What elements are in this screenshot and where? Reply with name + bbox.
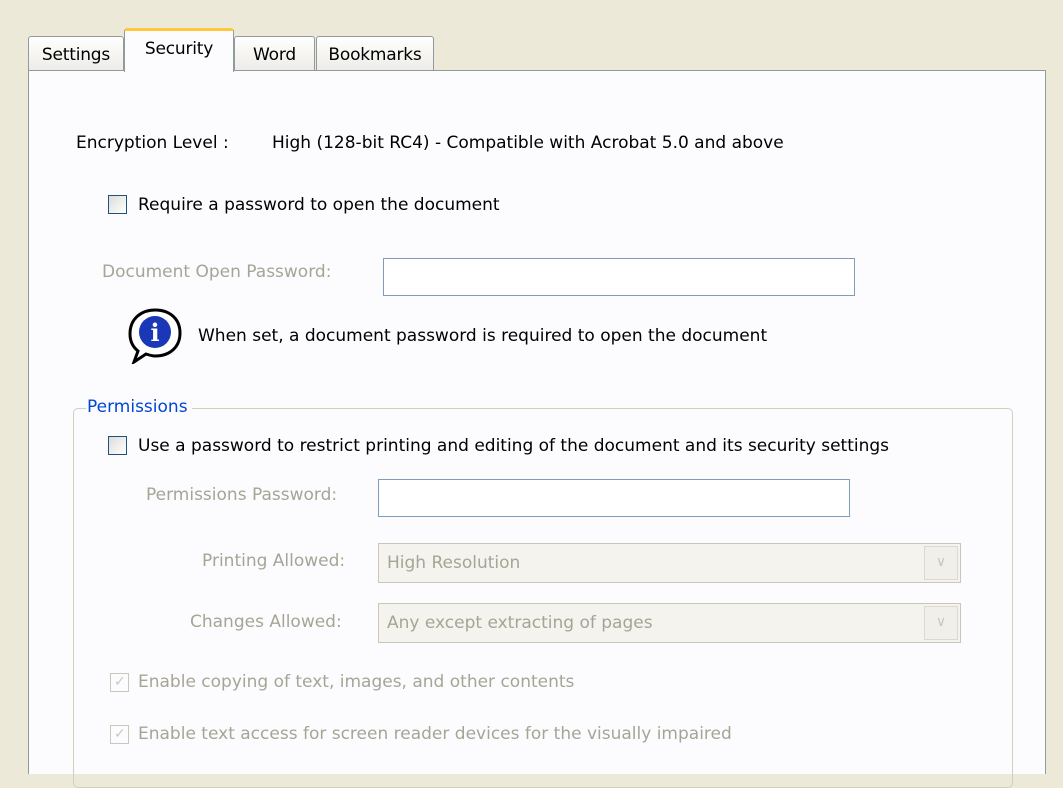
- enable-copying-label[interactable]: Enable copying of text, images, and othe…: [138, 672, 574, 692]
- enable-screen-reader-label[interactable]: Enable text access for screen reader dev…: [138, 724, 732, 744]
- tab-security-label: Security: [144, 39, 214, 59]
- document-open-password-label: Document Open Password:: [102, 262, 332, 282]
- tab-settings-label: Settings: [41, 45, 111, 65]
- tab-bookmarks-label: Bookmarks: [328, 45, 422, 65]
- chevron-down-icon[interactable]: ∨: [924, 606, 958, 640]
- tab-word[interactable]: Word: [234, 36, 315, 72]
- document-open-password-field[interactable]: [383, 258, 855, 296]
- printing-allowed-select[interactable]: High Resolution ∨: [378, 543, 961, 583]
- permissions-password-field[interactable]: [378, 479, 850, 517]
- encryption-level-label: Encryption Level :: [76, 133, 229, 153]
- printing-allowed-label: Printing Allowed:: [202, 551, 346, 571]
- changes-allowed-select[interactable]: Any except extracting of pages ∨: [378, 603, 961, 643]
- printing-allowed-value: High Resolution: [387, 553, 521, 573]
- checkmark-icon: ✓: [114, 726, 126, 742]
- tab-word-label: Word: [253, 45, 296, 65]
- tab-security[interactable]: Security: [124, 28, 234, 72]
- changes-allowed-label: Changes Allowed:: [190, 612, 342, 632]
- info-icon: i: [128, 308, 182, 364]
- enable-copying-checkbox[interactable]: ✓: [110, 673, 129, 692]
- changes-allowed-value: Any except extracting of pages: [387, 613, 653, 633]
- checkmark-icon: ✓: [114, 674, 126, 690]
- tab-settings[interactable]: Settings: [28, 36, 124, 72]
- svg-text:i: i: [150, 318, 159, 347]
- tab-bookmarks[interactable]: Bookmarks: [316, 36, 434, 72]
- enable-screen-reader-checkbox[interactable]: ✓: [110, 725, 129, 744]
- encryption-level-value: High (128-bit RC4) - Compatible with Acr…: [272, 133, 784, 153]
- permissions-password-label: Permissions Password:: [146, 485, 338, 505]
- require-open-password-checkbox[interactable]: [108, 195, 127, 214]
- open-password-info-text: When set, a document password is require…: [198, 326, 768, 346]
- require-open-password-label[interactable]: Require a password to open the document: [138, 195, 500, 215]
- chevron-down-icon[interactable]: ∨: [924, 546, 958, 580]
- restrict-permissions-checkbox[interactable]: [108, 436, 127, 455]
- permissions-group-title: Permissions: [86, 397, 192, 417]
- restrict-permissions-label[interactable]: Use a password to restrict printing and …: [138, 436, 889, 456]
